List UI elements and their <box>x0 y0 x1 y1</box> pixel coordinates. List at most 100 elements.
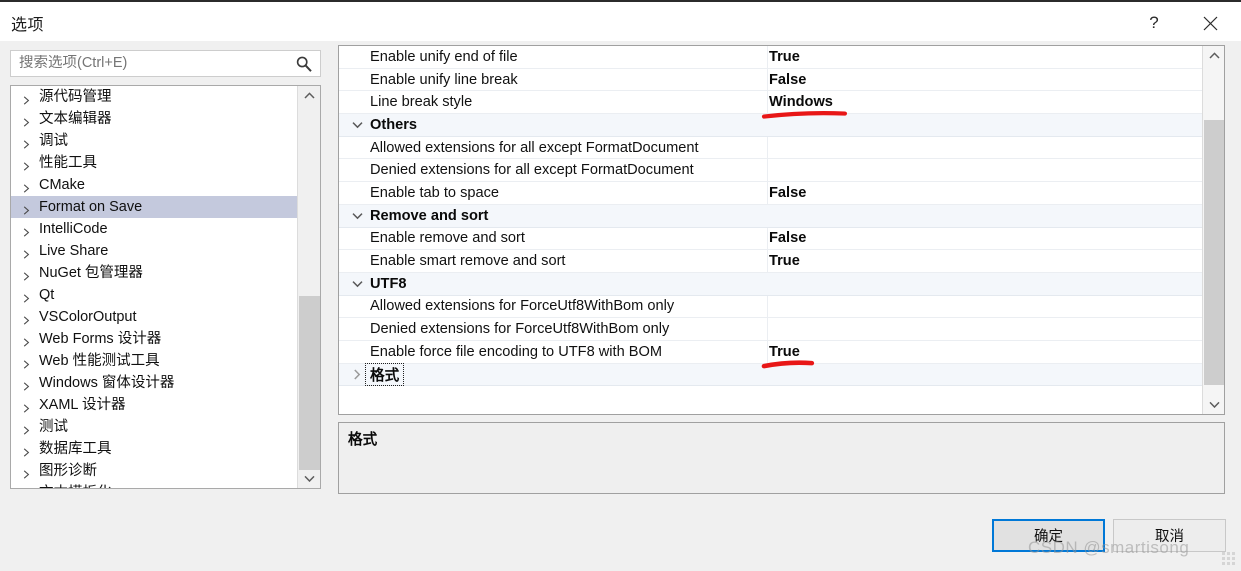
ok-button[interactable]: 确定 <box>992 519 1105 552</box>
grid-row-name: Denied extensions for ForceUtf8WithBom o… <box>370 321 670 338</box>
grid-row-name: Enable force file encoding to UTF8 with … <box>370 343 663 360</box>
sidebar-item[interactable]: Qt <box>11 284 298 306</box>
sidebar-item[interactable]: Windows 窗体设计器 <box>11 372 298 394</box>
grid-property-row[interactable]: Line break style Windows <box>339 91 1203 115</box>
grid-category-row[interactable]: Remove and sort <box>339 204 1203 228</box>
sidebar-item-label: CMake <box>39 177 85 193</box>
cancel-button-label: 取消 <box>1155 529 1184 545</box>
grid-row-value[interactable]: True <box>769 46 800 68</box>
grid-category-row[interactable]: Others <box>339 114 1203 137</box>
sidebar-item-label: 文本模板化 <box>39 482 112 488</box>
grid-property-row[interactable]: Allowed extensions for ForceUtf8WithBom … <box>339 295 1203 319</box>
search-input[interactable] <box>19 55 279 71</box>
sidebar-item[interactable]: Live Share <box>11 240 298 262</box>
sidebar-item[interactable]: 文本模板化 <box>11 482 298 488</box>
chevron-down-icon[interactable] <box>348 114 366 136</box>
chevron-right-icon[interactable] <box>348 364 366 386</box>
chevron-right-icon[interactable] <box>23 309 39 325</box>
grid-row-value[interactable]: False <box>769 182 806 204</box>
chevron-right-icon[interactable] <box>23 221 39 237</box>
chevron-right-icon[interactable] <box>23 89 39 105</box>
grid-row-value[interactable]: False <box>769 69 806 91</box>
grid-property-row[interactable]: Enable unify end of file True <box>339 46 1203 69</box>
tree-scrollbar[interactable] <box>297 86 320 488</box>
property-grid-rows: Enable unify end of file True Enable unify… <box>339 46 1203 414</box>
sidebar-item[interactable]: Web Forms 设计器 <box>11 328 298 350</box>
sidebar-item[interactable]: 文本编辑器 <box>11 108 298 130</box>
chevron-right-icon[interactable] <box>23 265 39 281</box>
grid-row-value[interactable]: False <box>769 228 806 250</box>
grid-property-row[interactable]: Denied extensions for all except FormatD… <box>339 159 1203 183</box>
scroll-down-icon[interactable] <box>298 469 320 488</box>
grid-row-name: Allowed extensions for all except Format… <box>370 139 699 156</box>
sidebar-item[interactable]: 测试 <box>11 416 298 438</box>
chevron-right-icon[interactable] <box>23 243 39 259</box>
grid-scroll-down-icon[interactable] <box>1203 395 1224 414</box>
cancel-button[interactable]: 取消 <box>1113 519 1226 552</box>
grid-property-row[interactable]: Enable tab to space False <box>339 182 1203 205</box>
chevron-right-icon[interactable] <box>23 397 39 413</box>
description-panel: 格式 <box>338 422 1225 494</box>
chevron-right-icon[interactable] <box>23 419 39 435</box>
grid-column-divider <box>767 295 768 318</box>
chevron-right-icon[interactable] <box>23 463 39 479</box>
chevron-right-icon[interactable] <box>23 485 39 488</box>
options-dialog: 选项 ? 源代码管理文本编辑器调试性能工具 CMake Format on Save… <box>0 0 1241 571</box>
title-bar: 选项 ? <box>0 0 1241 41</box>
grid-column-divider <box>767 205 768 227</box>
sidebar-item-label: Web 性能测试工具 <box>39 353 160 369</box>
sidebar-item[interactable]: NuGet 包管理器 <box>11 262 298 284</box>
chevron-right-icon[interactable] <box>23 133 39 149</box>
chevron-right-icon[interactable] <box>23 375 39 391</box>
grid-property-row[interactable]: Denied extensions for ForceUtf8WithBom o… <box>339 318 1203 341</box>
grid-row-value[interactable]: True <box>769 341 800 363</box>
grid-column-divider <box>767 114 768 136</box>
sidebar-item[interactable]: IntelliCode <box>11 218 298 240</box>
chevron-down-icon[interactable] <box>348 205 366 227</box>
grid-property-row[interactable]: Enable force file encoding to UTF8 with … <box>339 340 1203 364</box>
sidebar-item[interactable]: VSColorOutput <box>11 306 298 328</box>
grid-category-row[interactable]: UTF8 <box>339 272 1203 296</box>
grid-scrollbar-thumb[interactable] <box>1204 120 1224 385</box>
grid-property-row[interactable]: Enable unify line break False <box>339 68 1203 92</box>
chevron-right-icon[interactable] <box>23 199 39 215</box>
sidebar-item-label: Live Share <box>39 243 109 259</box>
sidebar-item[interactable]: 图形诊断 <box>11 460 298 482</box>
tree-scrollbar-thumb[interactable] <box>299 296 320 470</box>
grid-category-row[interactable]: 格式 <box>339 362 1203 387</box>
sidebar-item[interactable]: 数据库工具 <box>11 438 298 460</box>
sidebar-item-label: 图形诊断 <box>39 463 97 479</box>
chevron-down-icon[interactable] <box>348 273 366 295</box>
property-grid[interactable]: Enable unify end of file True Enable unify… <box>338 45 1225 415</box>
grid-property-row[interactable]: Enable smart remove and sort True <box>339 250 1203 273</box>
sidebar-item[interactable]: 性能工具 <box>11 152 298 174</box>
search-icon <box>296 56 312 72</box>
sidebar-item[interactable]: 源代码管理 <box>11 86 298 108</box>
grid-scrollbar[interactable] <box>1202 46 1224 414</box>
sidebar-item[interactable]: 调试 <box>11 130 298 152</box>
chevron-right-icon[interactable] <box>23 111 39 127</box>
sidebar-item[interactable]: XAML 设计器 <box>11 394 298 416</box>
grid-row-value[interactable]: Windows <box>769 91 833 113</box>
sidebar-item[interactable]: Web 性能测试工具 <box>11 350 298 372</box>
help-icon[interactable]: ? <box>1131 4 1177 42</box>
chevron-right-icon[interactable] <box>23 287 39 303</box>
close-icon[interactable] <box>1187 4 1233 42</box>
chevron-right-icon[interactable] <box>23 441 39 457</box>
chevron-right-icon[interactable] <box>23 177 39 193</box>
sidebar-item[interactable]: CMake <box>11 174 298 196</box>
chevron-right-icon[interactable] <box>23 353 39 369</box>
scroll-up-icon[interactable] <box>298 86 320 105</box>
grid-column-divider <box>767 182 768 204</box>
grid-row-value[interactable]: True <box>769 250 800 272</box>
chevron-right-icon[interactable] <box>23 155 39 171</box>
grid-scroll-up-icon[interactable] <box>1203 46 1224 65</box>
close-glyph <box>1203 16 1217 30</box>
search-box[interactable] <box>10 50 321 77</box>
grid-property-row[interactable]: Enable remove and sort False <box>339 227 1203 251</box>
grid-property-row[interactable]: Allowed extensions for all except Format… <box>339 136 1203 160</box>
chevron-right-icon[interactable] <box>23 331 39 347</box>
options-tree[interactable]: 源代码管理 文本编辑器 调试 性能工具 CMake Format on Save Intel… <box>10 85 321 489</box>
grid-row-name: Allowed extensions for ForceUtf8WithBom … <box>370 298 675 315</box>
sidebar-item[interactable]: Format on Save <box>11 196 298 218</box>
